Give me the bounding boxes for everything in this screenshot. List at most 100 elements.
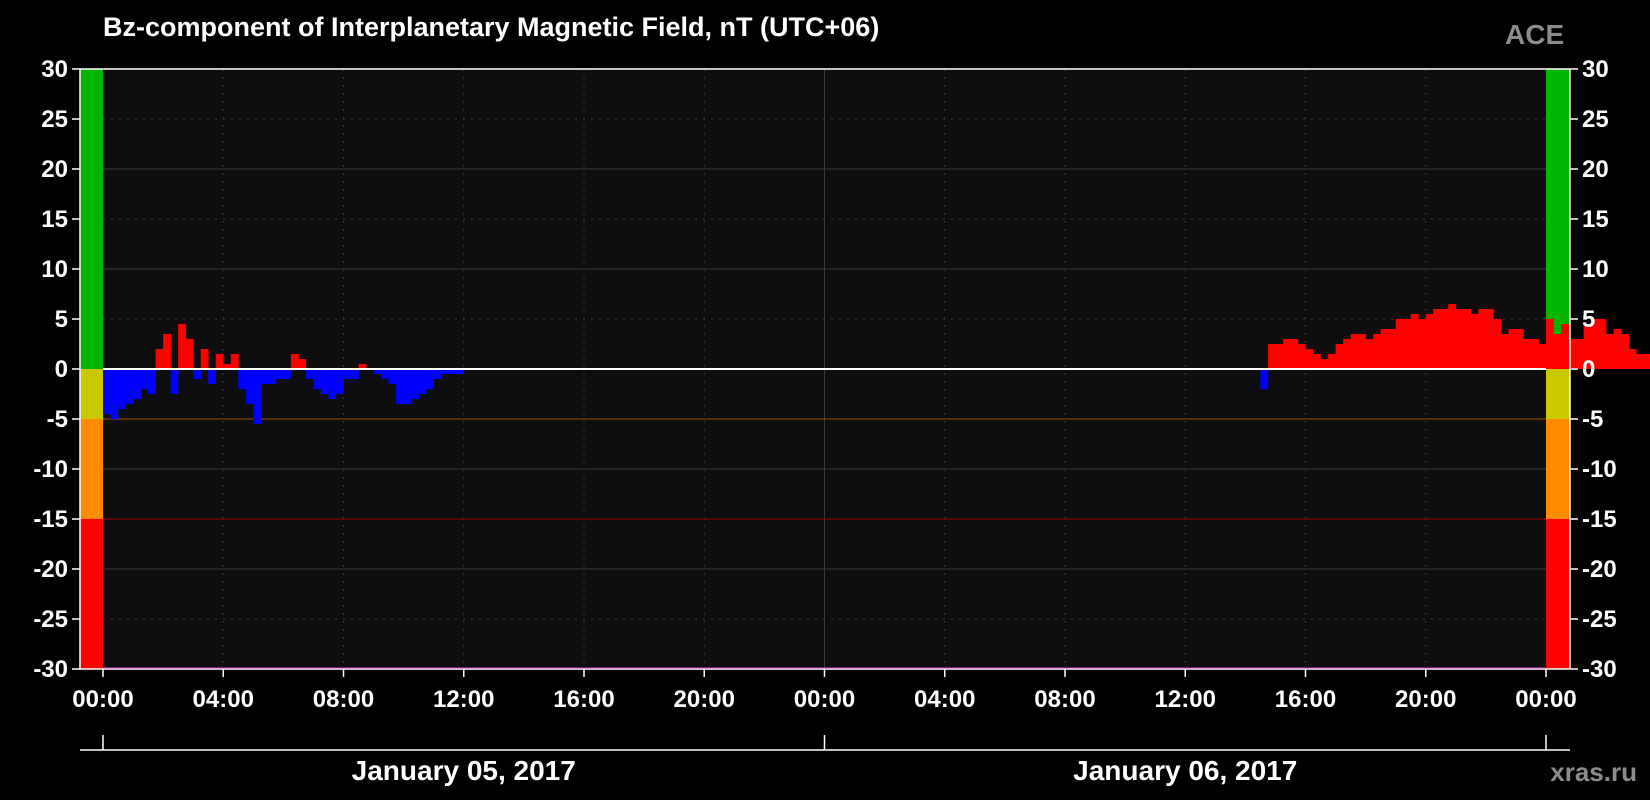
- y-tick-label-right: 30: [1582, 56, 1609, 83]
- bz-bar: [260, 369, 269, 384]
- y-tick-label-right: 15: [1582, 206, 1609, 233]
- bz-bar: [1305, 349, 1314, 369]
- y-tick-label-right: 20: [1582, 156, 1609, 183]
- y-tick-label-left: 0: [55, 356, 68, 383]
- bz-bar: [1598, 319, 1607, 369]
- bz-bar: [125, 369, 134, 404]
- y-tick-label-right: -20: [1582, 556, 1617, 583]
- y-tick-label-left: 5: [55, 306, 68, 333]
- y-tick-label-right: 10: [1582, 256, 1609, 283]
- x-tick-label: 08:00: [1034, 686, 1095, 713]
- bz-bar: [1275, 344, 1284, 369]
- bz-bar: [148, 369, 156, 394]
- x-tick-label: 00:00: [1515, 686, 1576, 713]
- bz-bar: [1485, 309, 1494, 369]
- bz-bar: [1500, 334, 1509, 369]
- bz-bar: [1628, 349, 1637, 369]
- bz-bar: [245, 369, 254, 404]
- bz-bar: [1455, 309, 1464, 369]
- bz-bar: [230, 354, 239, 369]
- bz-bar: [283, 369, 292, 379]
- bz-bar: [1365, 339, 1374, 369]
- bz-bar: [1470, 314, 1479, 369]
- bz-bar: [170, 369, 179, 394]
- bz-bar: [290, 354, 299, 369]
- y-tick-label-left: -10: [33, 456, 68, 483]
- zone-left-3: [80, 519, 103, 669]
- bz-bar: [1335, 344, 1344, 369]
- bz-bar: [1313, 354, 1321, 369]
- bz-bar: [1410, 314, 1419, 369]
- y-tick-label-right: -10: [1582, 456, 1617, 483]
- bz-bar: [351, 369, 359, 379]
- bz-bar: [381, 369, 389, 379]
- bz-bar: [433, 369, 442, 379]
- bz-bar: [185, 339, 194, 369]
- bz-bar: [335, 369, 344, 394]
- x-tick-label: 04:00: [914, 686, 975, 713]
- bz-bar: [426, 369, 434, 389]
- bz-bar: [411, 369, 419, 399]
- bz-bar: [253, 369, 262, 424]
- bz-bar: [215, 354, 224, 369]
- bz-bar: [200, 349, 209, 369]
- bz-bar: [1636, 354, 1645, 369]
- bz-bar: [1530, 339, 1539, 369]
- chart-title: Bz-component of Interplanetary Magnetic …: [103, 12, 879, 42]
- bz-bar: [193, 369, 202, 379]
- y-tick-label-left: 30: [41, 56, 68, 83]
- bz-bar: [313, 369, 322, 389]
- bz-bar: [208, 369, 217, 384]
- x-tick-label: 04:00: [193, 686, 254, 713]
- zone-right-1: [1546, 369, 1570, 419]
- y-tick-label-left: 15: [41, 206, 68, 233]
- bz-bar: [1606, 334, 1614, 369]
- zone-right-3: [1546, 519, 1570, 669]
- y-axis-right: 30 25 20 15 10 5 0 -5 -10 -15 -20 -25 -30: [1570, 56, 1617, 683]
- bz-bar: [320, 369, 329, 394]
- bz-bar: [1440, 309, 1449, 369]
- bz-bar: [1508, 329, 1517, 369]
- x-tick-label: 12:00: [433, 686, 494, 713]
- x-tick-label: 00:00: [72, 686, 133, 713]
- y-tick-label-right: 0: [1582, 356, 1595, 383]
- y-tick-label-right: -25: [1582, 606, 1617, 633]
- x-tick-label: 20:00: [674, 686, 735, 713]
- bz-bar: [418, 369, 427, 394]
- bz-bar: [305, 369, 314, 379]
- bz-bar: [1328, 354, 1336, 369]
- bz-bar: [1290, 339, 1299, 369]
- bz-bar: [328, 369, 337, 399]
- x-axis: 00:00 04:00 08:00 12:00 16:00 20:00 00:00 04:00…: [72, 669, 1577, 713]
- bz-bar: [275, 369, 284, 379]
- bz-bar: [1388, 329, 1396, 369]
- site-watermark: xras.ru: [1550, 757, 1637, 787]
- y-tick-label-right: 25: [1582, 106, 1609, 133]
- bz-bar: [1425, 314, 1434, 369]
- bz-bar: [1561, 324, 1569, 369]
- bz-bar: [396, 369, 404, 404]
- bz-bar: [1343, 339, 1351, 369]
- bz-bar: [118, 369, 126, 409]
- bz-bar: [1380, 329, 1389, 369]
- bz-chart: Bz-component of Interplanetary Magnetic …: [33, 12, 1650, 787]
- bz-bar: [298, 359, 307, 369]
- bz-bar: [155, 349, 164, 369]
- zone-left-0: [80, 69, 103, 369]
- bz-bar: [343, 369, 352, 379]
- bz-bar: [1260, 369, 1269, 389]
- bz-bar: [110, 369, 119, 419]
- bz-bar: [1350, 334, 1359, 369]
- bz-bar: [388, 369, 397, 384]
- bz-bar: [1553, 334, 1562, 369]
- bz-bar: [1546, 319, 1554, 369]
- bz-bar: [1373, 334, 1381, 369]
- y-tick-label-left: -25: [33, 606, 68, 633]
- y-tick-label-left: 20: [41, 156, 68, 183]
- bz-bar: [1613, 329, 1622, 369]
- y-axis-left: 30 25 20 15 10 5 0 -5 -10 -15 -20 -25 -30: [33, 56, 80, 683]
- date-label-2: January 06, 2017: [1073, 755, 1297, 786]
- y-tick-label-right: 5: [1582, 306, 1595, 333]
- bz-bar: [163, 334, 171, 369]
- bz-bar: [1267, 344, 1276, 369]
